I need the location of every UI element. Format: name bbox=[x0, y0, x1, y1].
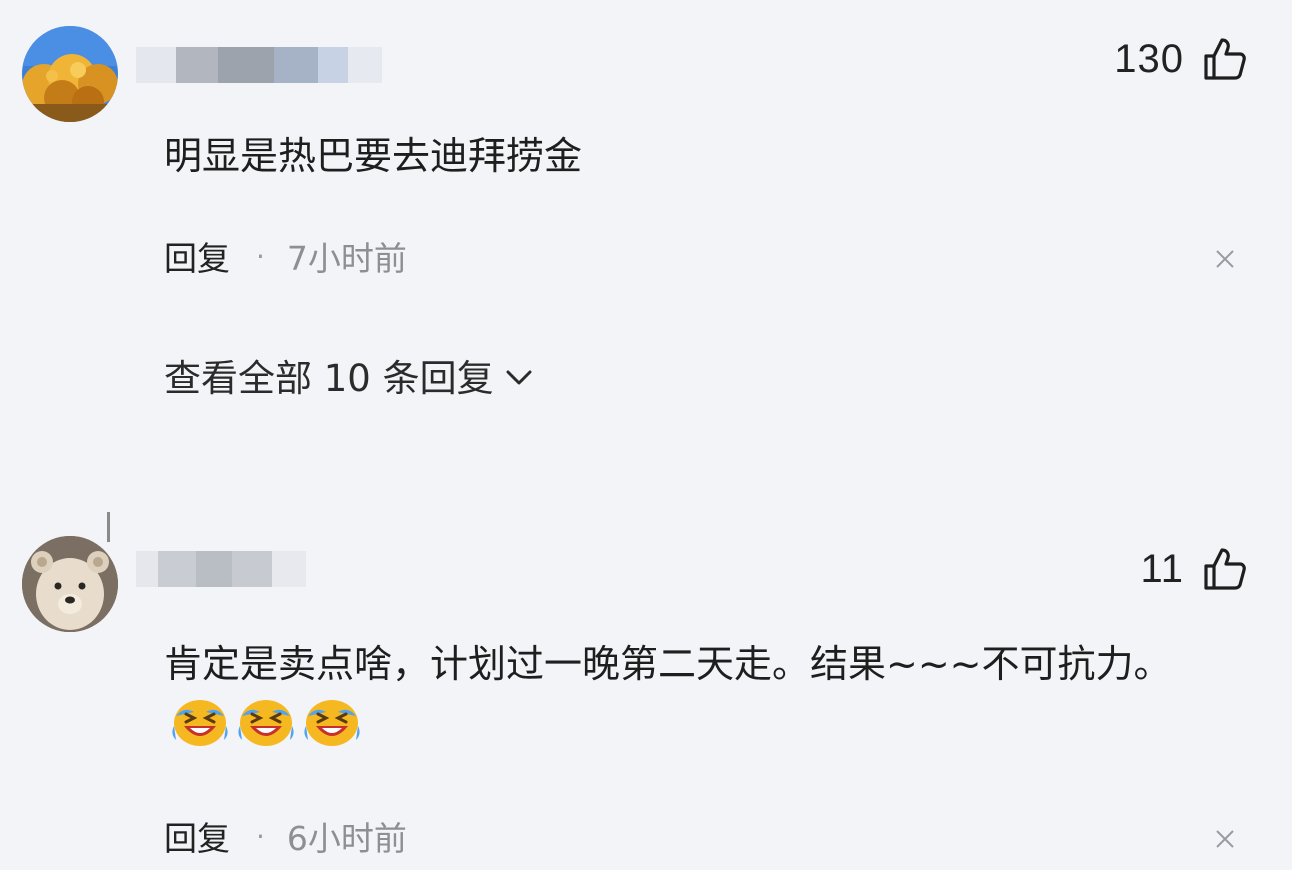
like-group[interactable]: 11 bbox=[1140, 546, 1248, 592]
username-blurred[interactable] bbox=[136, 550, 306, 588]
comment-meta: 回复 · 7小时前 bbox=[164, 232, 407, 280]
comment-meta: 回复 · 6小时前 bbox=[164, 812, 407, 860]
like-count: 11 bbox=[1140, 546, 1184, 591]
thumbs-up-icon[interactable] bbox=[1202, 36, 1248, 82]
username-blurred[interactable] bbox=[136, 46, 382, 84]
laughing-crying-emoji-icon bbox=[302, 696, 362, 767]
close-icon[interactable] bbox=[1214, 248, 1236, 270]
separator-dot: · bbox=[256, 239, 265, 273]
view-all-replies-button[interactable]: 查看全部 10 条回复 bbox=[164, 348, 534, 402]
laughing-crying-emoji-icon bbox=[170, 696, 230, 767]
like-group[interactable]: 130 bbox=[1114, 36, 1248, 82]
thumbs-up-icon[interactable] bbox=[1202, 546, 1248, 592]
timestamp: 6小时前 bbox=[286, 819, 407, 858]
like-count: 130 bbox=[1114, 36, 1184, 81]
close-icon[interactable] bbox=[1214, 828, 1236, 850]
separator-dot: · bbox=[256, 819, 265, 853]
chevron-down-icon bbox=[504, 354, 534, 397]
thread-divider bbox=[107, 512, 110, 542]
timestamp: 7小时前 bbox=[286, 239, 407, 278]
comment-text: 肯定是卖点啥，计划过一晚第二天走。结果~~~不可抗力。 bbox=[164, 632, 1234, 767]
comment-text: 明显是热巴要去迪拜捞金 bbox=[164, 134, 583, 178]
reply-button[interactable]: 回复 bbox=[164, 812, 230, 860]
view-all-replies-label: 查看全部 10 条回复 bbox=[164, 357, 494, 400]
avatar[interactable] bbox=[22, 26, 118, 122]
laughing-crying-emoji-icon bbox=[236, 696, 296, 767]
reply-button[interactable]: 回复 bbox=[164, 232, 230, 280]
comment-text-content: 肯定是卖点啥，计划过一晚第二天走。结果~~~不可抗力。 bbox=[164, 642, 1172, 686]
avatar[interactable] bbox=[22, 536, 118, 632]
